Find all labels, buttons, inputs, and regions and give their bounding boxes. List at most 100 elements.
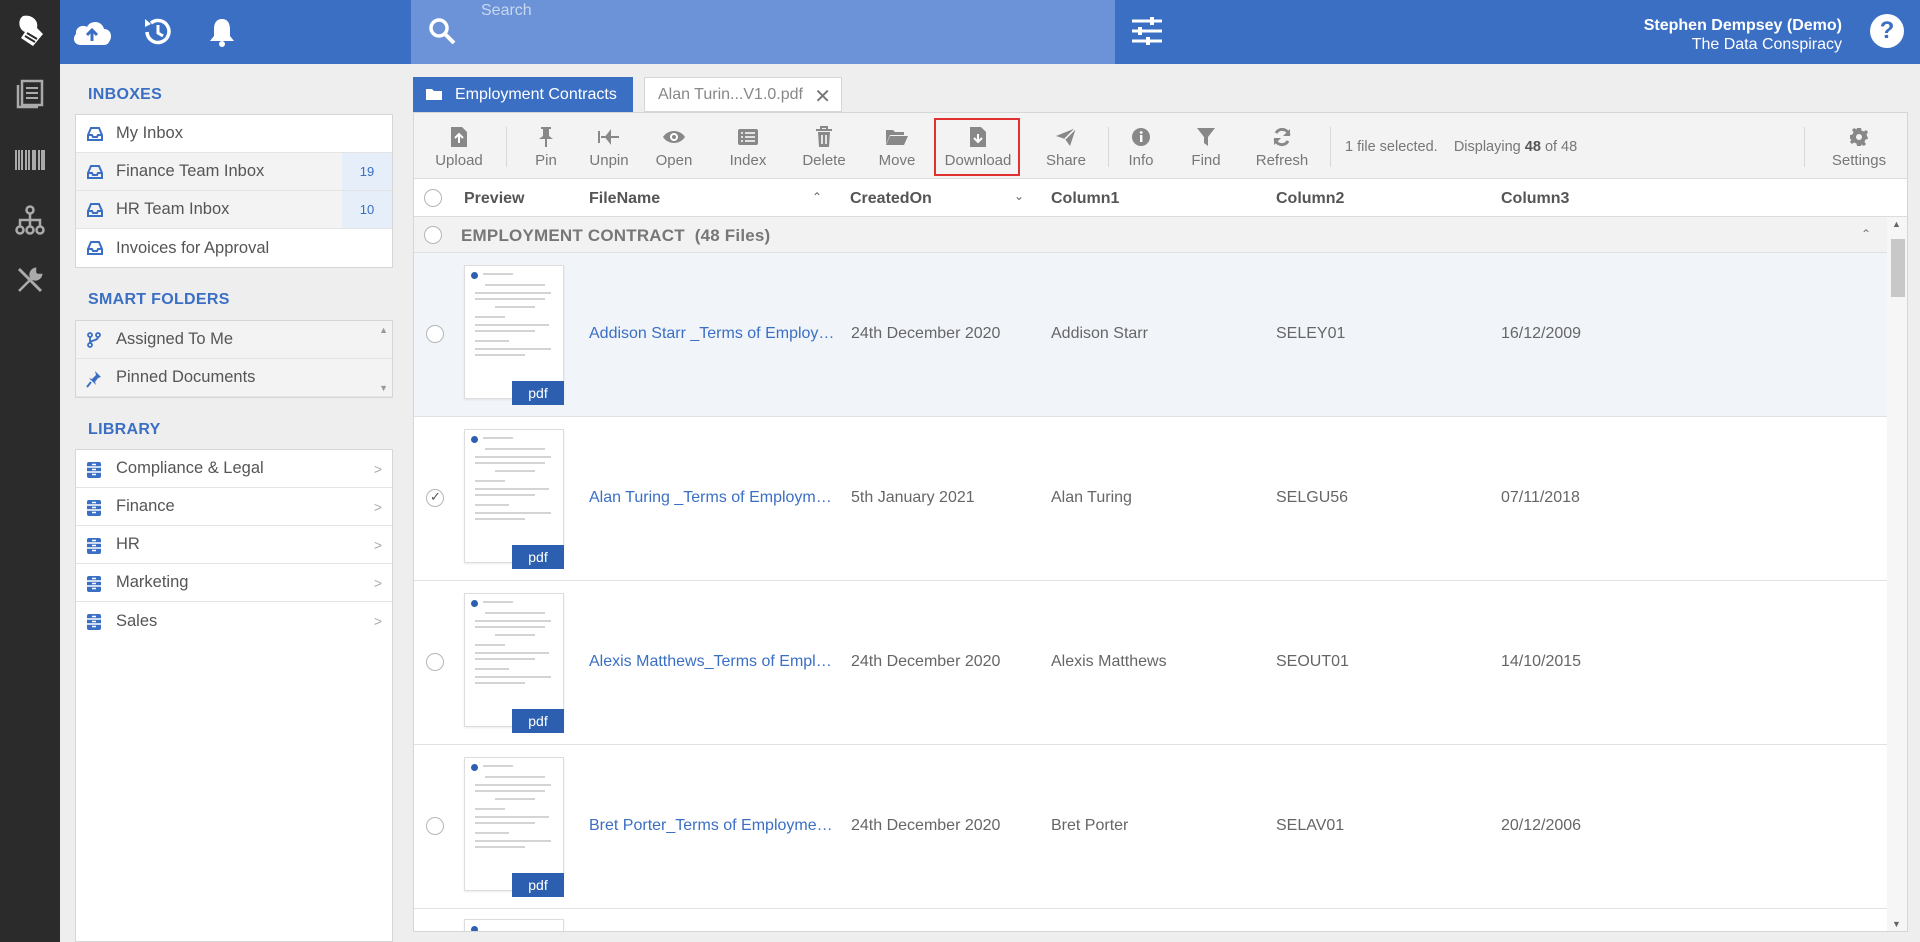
tab-label: Employment Contracts — [455, 85, 617, 103]
help-icon[interactable]: ? — [1870, 14, 1904, 48]
info-button[interactable]: Info — [1124, 125, 1158, 171]
pdf-badge: pdf — [512, 545, 564, 569]
info-icon — [1129, 125, 1153, 149]
bell-icon[interactable] — [200, 10, 244, 54]
find-button[interactable]: Find — [1189, 125, 1223, 171]
upload-button[interactable]: Upload — [434, 125, 484, 171]
row-select-radio[interactable] — [426, 817, 444, 835]
close-icon[interactable]: ✕ — [814, 84, 831, 109]
delete-button[interactable]: Delete — [799, 125, 849, 171]
search-input[interactable] — [481, 0, 1101, 22]
chevron-down-icon[interactable]: ⌄ — [1014, 189, 1024, 203]
documents-icon[interactable] — [14, 78, 46, 110]
library-label: Sales — [116, 611, 158, 630]
table-row[interactable]: pdf Addison Starr _Terms of Employment.p… — [414, 253, 1889, 417]
row-select-radio[interactable] — [426, 489, 444, 507]
vertical-scrollbar[interactable]: ▲ ▼ — [1887, 217, 1907, 931]
tab-employment-contracts[interactable]: Employment Contracts — [413, 77, 633, 112]
row-filename[interactable]: Addison Starr _Terms of Employment.pdf — [589, 325, 839, 343]
header-filename[interactable]: FileName — [589, 190, 660, 208]
search-icon[interactable] — [427, 16, 457, 51]
library-item-finance[interactable]: Finance > — [76, 488, 392, 526]
select-all-radio[interactable] — [424, 189, 442, 207]
header-column3[interactable]: Column3 — [1501, 190, 1569, 208]
library-label: Finance — [116, 497, 175, 515]
toolbar: Upload Pin Unpin Open Index Delete Move — [414, 113, 1907, 179]
inbox-hr-team[interactable]: HR Team Inbox 10 — [76, 191, 392, 229]
share-button[interactable]: Share — [1044, 125, 1088, 171]
inbox-label: Finance Team Inbox — [116, 162, 265, 180]
filter-settings-icon[interactable] — [1130, 14, 1164, 53]
row-created: 24th December 2020 — [851, 817, 1001, 834]
header-createdon[interactable]: CreatedOn — [850, 190, 932, 208]
user-info[interactable]: Stephen Dempsey (Demo) The Data Conspira… — [1644, 16, 1842, 54]
row-filename[interactable]: Bret Porter_Terms of Employment.pdf — [589, 817, 839, 835]
library-item-hr[interactable]: HR > — [76, 526, 392, 564]
row-filename[interactable]: Alan Turing _Terms of Employment.pdf — [589, 489, 839, 507]
header-preview[interactable]: Preview — [464, 190, 524, 208]
scroll-up-icon[interactable]: ▲ — [379, 325, 388, 335]
pin-button[interactable]: Pin — [526, 125, 566, 171]
scroll-down-icon[interactable]: ▼ — [1892, 919, 1901, 929]
row-column3: 07/11/2018 — [1501, 489, 1580, 506]
library-item-compliance-legal[interactable]: Compliance & Legal > — [76, 450, 392, 488]
unpin-button[interactable]: Unpin — [586, 125, 632, 171]
refresh-button[interactable]: Refresh — [1254, 125, 1310, 171]
header-column2[interactable]: Column2 — [1276, 190, 1344, 208]
open-button[interactable]: Open — [652, 125, 696, 171]
document-thumbnail[interactable] — [464, 593, 564, 727]
smart-folder-assigned-to-me[interactable]: Assigned To Me — [76, 321, 392, 359]
move-button[interactable]: Move — [875, 125, 919, 171]
row-column2: SEOUT01 — [1276, 653, 1349, 670]
barcode-icon[interactable] — [14, 144, 46, 176]
row-column1: Alan Turing — [1051, 489, 1132, 506]
scrollbar-thumb[interactable] — [1891, 239, 1905, 297]
cabinet-icon — [86, 499, 104, 516]
tools-icon[interactable] — [14, 264, 46, 296]
group-select-radio[interactable] — [424, 226, 442, 244]
table-row[interactable]: pdf Bret Porter_Terms of Employment.pdf … — [414, 745, 1889, 909]
smart-folder-pinned-documents[interactable]: Pinned Documents — [76, 359, 392, 397]
cloud-upload-icon[interactable] — [70, 10, 114, 54]
inbox-my-inbox[interactable]: My Inbox — [76, 115, 392, 153]
chevron-right-icon: > — [373, 461, 382, 477]
document-thumbnail[interactable] — [464, 919, 564, 931]
inbox-invoices-for-approval[interactable]: Invoices for Approval — [76, 229, 392, 267]
toolbar-divider — [1330, 127, 1331, 167]
sort-ascending-icon[interactable]: ⌃ — [812, 190, 822, 204]
pdf-badge: pdf — [512, 709, 564, 733]
document-thumbnail[interactable] — [464, 429, 564, 563]
upload-label: Upload — [435, 152, 483, 169]
inbox-icon — [86, 202, 104, 218]
user-organization: The Data Conspiracy — [1691, 36, 1842, 53]
workflow-icon[interactable] — [14, 204, 46, 236]
library-item-marketing[interactable]: Marketing > — [76, 564, 392, 602]
table-row[interactable]: pdf Alan Turing _Terms of Employment.pdf… — [414, 417, 1889, 581]
row-select-radio[interactable] — [426, 653, 444, 671]
document-thumbnail[interactable] — [464, 265, 564, 399]
app-logo[interactable] — [0, 0, 60, 64]
library-item-sales[interactable]: Sales > — [76, 602, 392, 640]
displaying-total: of 48 — [1544, 139, 1578, 155]
inbox-count-badge: 19 — [342, 153, 392, 190]
document-thumbnail[interactable] — [464, 757, 564, 891]
tab-document[interactable]: Alan Turin...V1.0.pdf ✕ — [644, 77, 842, 112]
group-name: EMPLOYMENT CONTRACT — [461, 226, 685, 245]
inbox-count-badge: 10 — [342, 191, 392, 228]
table-row[interactable] — [414, 909, 1889, 931]
scroll-up-icon[interactable]: ▲ — [1892, 219, 1901, 229]
row-column3: 16/12/2009 — [1501, 325, 1582, 342]
row-select-radio[interactable] — [426, 325, 444, 343]
cabinet-icon — [86, 461, 104, 478]
settings-button[interactable]: Settings — [1829, 125, 1889, 171]
row-filename[interactable]: Alexis Matthews_Terms of Employment.pdf — [589, 653, 839, 671]
history-icon[interactable] — [136, 10, 180, 54]
group-header[interactable]: EMPLOYMENT CONTRACT (48 Files) ⌃ — [414, 217, 1907, 253]
refresh-icon — [1270, 125, 1294, 149]
header-column1[interactable]: Column1 — [1051, 190, 1119, 208]
collapse-icon[interactable]: ⌃ — [1861, 227, 1871, 241]
scroll-down-icon[interactable]: ▼ — [379, 383, 388, 393]
table-row[interactable]: pdf Alexis Matthews_Terms of Employment.… — [414, 581, 1889, 745]
inbox-finance-team[interactable]: Finance Team Inbox 19 — [76, 153, 392, 191]
index-button[interactable]: Index — [726, 125, 770, 171]
